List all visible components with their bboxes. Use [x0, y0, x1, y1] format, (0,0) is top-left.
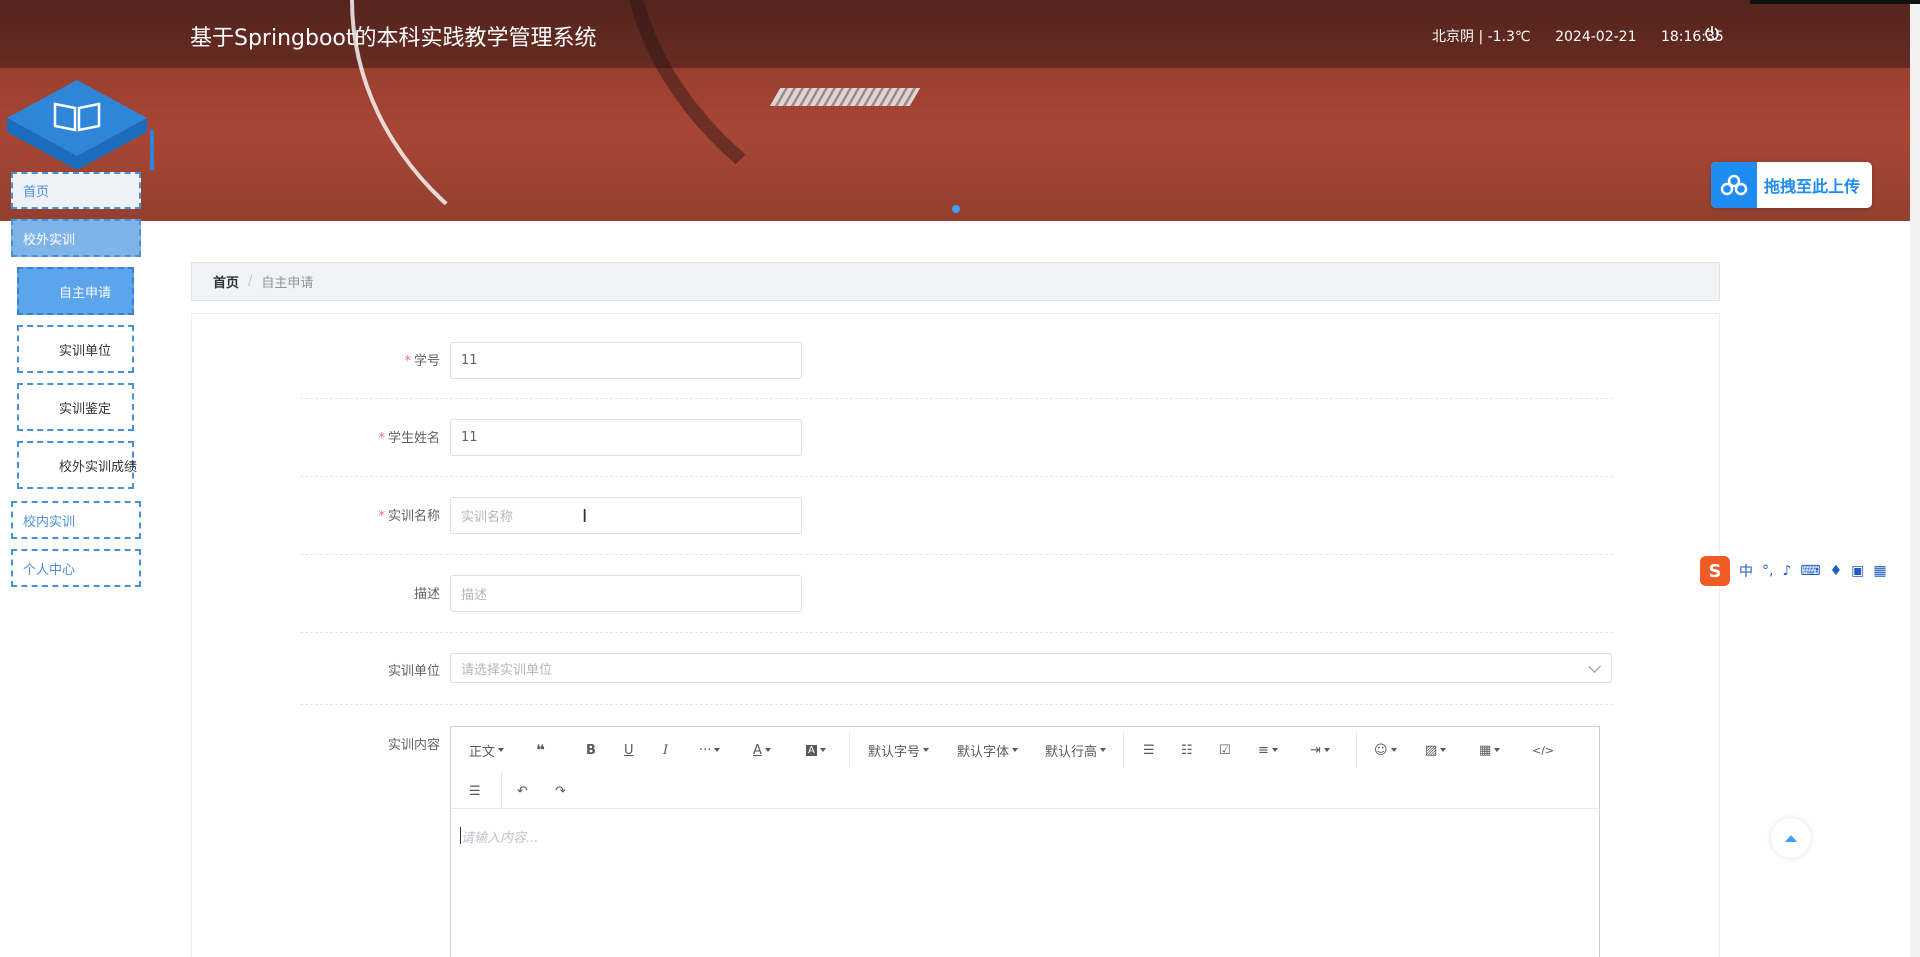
ibeam-cursor-icon: I — [582, 506, 588, 527]
breadcrumb-separator: / — [248, 274, 253, 289]
page-scrollbar[interactable] — [1910, 0, 1920, 957]
training-unit-select[interactable]: 请选择实训单位 — [450, 653, 1612, 683]
apps-icon[interactable]: ▦ — [1873, 563, 1886, 579]
emoji-icon[interactable]: ☺ — [1374, 740, 1397, 760]
weather-text: 北京阴 | -1.3℃ — [1432, 29, 1531, 45]
toolbar-divider — [1356, 732, 1357, 768]
line-height-dropdown[interactable]: 默认行高 — [1045, 740, 1107, 760]
breadcrumb-home[interactable]: 首页 — [213, 272, 239, 291]
editor-toolbar: 正文 ❝ B U I ··· A A 默认字号 默认字体 默认行高 ☰ ☷ ☑ … — [451, 727, 1599, 809]
microphone-icon[interactable]: ♪ — [1782, 563, 1791, 579]
arrow-up-icon — [1785, 834, 1797, 842]
track-grate — [769, 88, 921, 106]
sidebar-item-offcampus-training[interactable]: 校外实训 — [11, 219, 141, 257]
background-color-icon[interactable]: A — [806, 740, 826, 760]
font-size-dropdown[interactable]: 默认字号 — [868, 740, 930, 760]
training-unit-placeholder: 请选择实训单位 — [461, 662, 553, 678]
sidebar-item-training-appraisal[interactable]: 实训鉴定 — [17, 383, 134, 431]
todo-list-icon[interactable]: ☑ — [1219, 740, 1231, 760]
date-text: 2024-02-21 — [1555, 29, 1637, 45]
training-name-field[interactable]: 实训名称 — [450, 497, 802, 534]
upload-dropzone[interactable]: 拖拽至此上传 — [1711, 162, 1872, 208]
student-name-field[interactable]: 11 — [450, 419, 802, 456]
sidebar-item-offcampus-score[interactable]: 校外实训成绩 — [17, 441, 137, 489]
toolbar-divider — [1123, 732, 1124, 768]
description-label: 描述 — [413, 587, 440, 602]
student-id-field[interactable]: 11 — [450, 342, 802, 379]
top-edge-bar — [1750, 0, 1920, 4]
numbered-list-icon[interactable]: ☷ — [1181, 740, 1193, 760]
indent-icon[interactable]: ⇥ — [1310, 740, 1330, 760]
sidebar-item-self-apply[interactable]: 自主申请 — [17, 267, 134, 315]
sidebar-item-profile[interactable]: 个人中心 — [11, 549, 141, 587]
header-info: 北京阴 | -1.3℃ 2024-02-21 18:16:35 — [1432, 26, 1744, 46]
site-title: 基于Springboot的本科实践教学管理系统 — [190, 26, 597, 51]
font-color-icon[interactable]: A — [753, 740, 771, 760]
italic-icon[interactable]: I — [663, 740, 668, 760]
sidebar-item-training-unit[interactable]: 实训单位 — [17, 325, 134, 373]
paragraph-format-dropdown[interactable]: 正文 — [469, 740, 505, 760]
quote-icon[interactable]: ❝ — [536, 740, 545, 760]
cloud-icon — [1711, 162, 1757, 208]
upload-label: 拖拽至此上传 — [1764, 177, 1861, 196]
redo-icon[interactable]: ↷ — [555, 781, 566, 801]
carousel-dot[interactable] — [952, 205, 960, 213]
sidebar-item-oncampus-training[interactable]: 校内实训 — [11, 501, 141, 539]
chevron-down-icon — [1588, 660, 1601, 673]
student-name-label: * 学生姓名 — [378, 431, 440, 446]
bold-icon[interactable]: B — [586, 740, 596, 760]
toolbox-icon[interactable]: ▣ — [1851, 563, 1864, 579]
bullet-list-icon[interactable]: ☰ — [1143, 740, 1155, 760]
more-format-icon[interactable]: ··· — [699, 740, 721, 760]
training-unit-label: 实训单位 — [387, 664, 440, 679]
toolbar-divider — [849, 732, 850, 768]
sidebar-item-home[interactable]: 首页 — [11, 172, 141, 209]
back-to-top-button[interactable] — [1771, 818, 1811, 858]
training-name-label: * 实训名称 — [378, 509, 440, 524]
editor-placeholder: 请输入内容... — [461, 831, 539, 846]
keyboard-icon[interactable]: ⌨ — [1800, 563, 1820, 579]
power-icon[interactable] — [1704, 25, 1720, 41]
ime-mode[interactable]: 中 — [1739, 561, 1753, 581]
student-id-label: * 学号 — [404, 354, 440, 369]
code-icon[interactable]: </> — [1532, 740, 1554, 760]
book-logo-icon — [7, 80, 154, 170]
undo-icon[interactable]: ↶ — [517, 781, 528, 801]
ime-toolbar[interactable]: S 中 °, ♪ ⌨ ♦ ▣ ▦ — [1700, 556, 1920, 586]
punctuation-icon[interactable]: °, — [1762, 563, 1773, 579]
skin-icon[interactable]: ♦ — [1830, 563, 1843, 579]
font-family-dropdown[interactable]: 默认字体 — [957, 740, 1019, 760]
breadcrumb-current: 自主申请 — [261, 276, 314, 291]
table-icon[interactable]: ▦ — [1479, 740, 1501, 760]
sogou-logo-icon[interactable]: S — [1700, 556, 1730, 586]
training-content-label: 实训内容 — [387, 738, 440, 753]
divider-icon[interactable]: ☰ — [469, 781, 481, 801]
image-icon[interactable]: ▨ — [1425, 740, 1447, 760]
rich-text-editor[interactable]: 正文 ❝ B U I ··· A A 默认字号 默认字体 默认行高 ☰ ☷ ☑ … — [450, 726, 1600, 957]
underline-icon[interactable]: U — [624, 740, 634, 760]
breadcrumb: 首页 / 自主申请 — [191, 262, 1720, 301]
description-field[interactable]: 描述 — [450, 575, 802, 612]
toolbar-divider — [501, 771, 502, 807]
align-icon[interactable]: ≡ — [1258, 740, 1278, 760]
